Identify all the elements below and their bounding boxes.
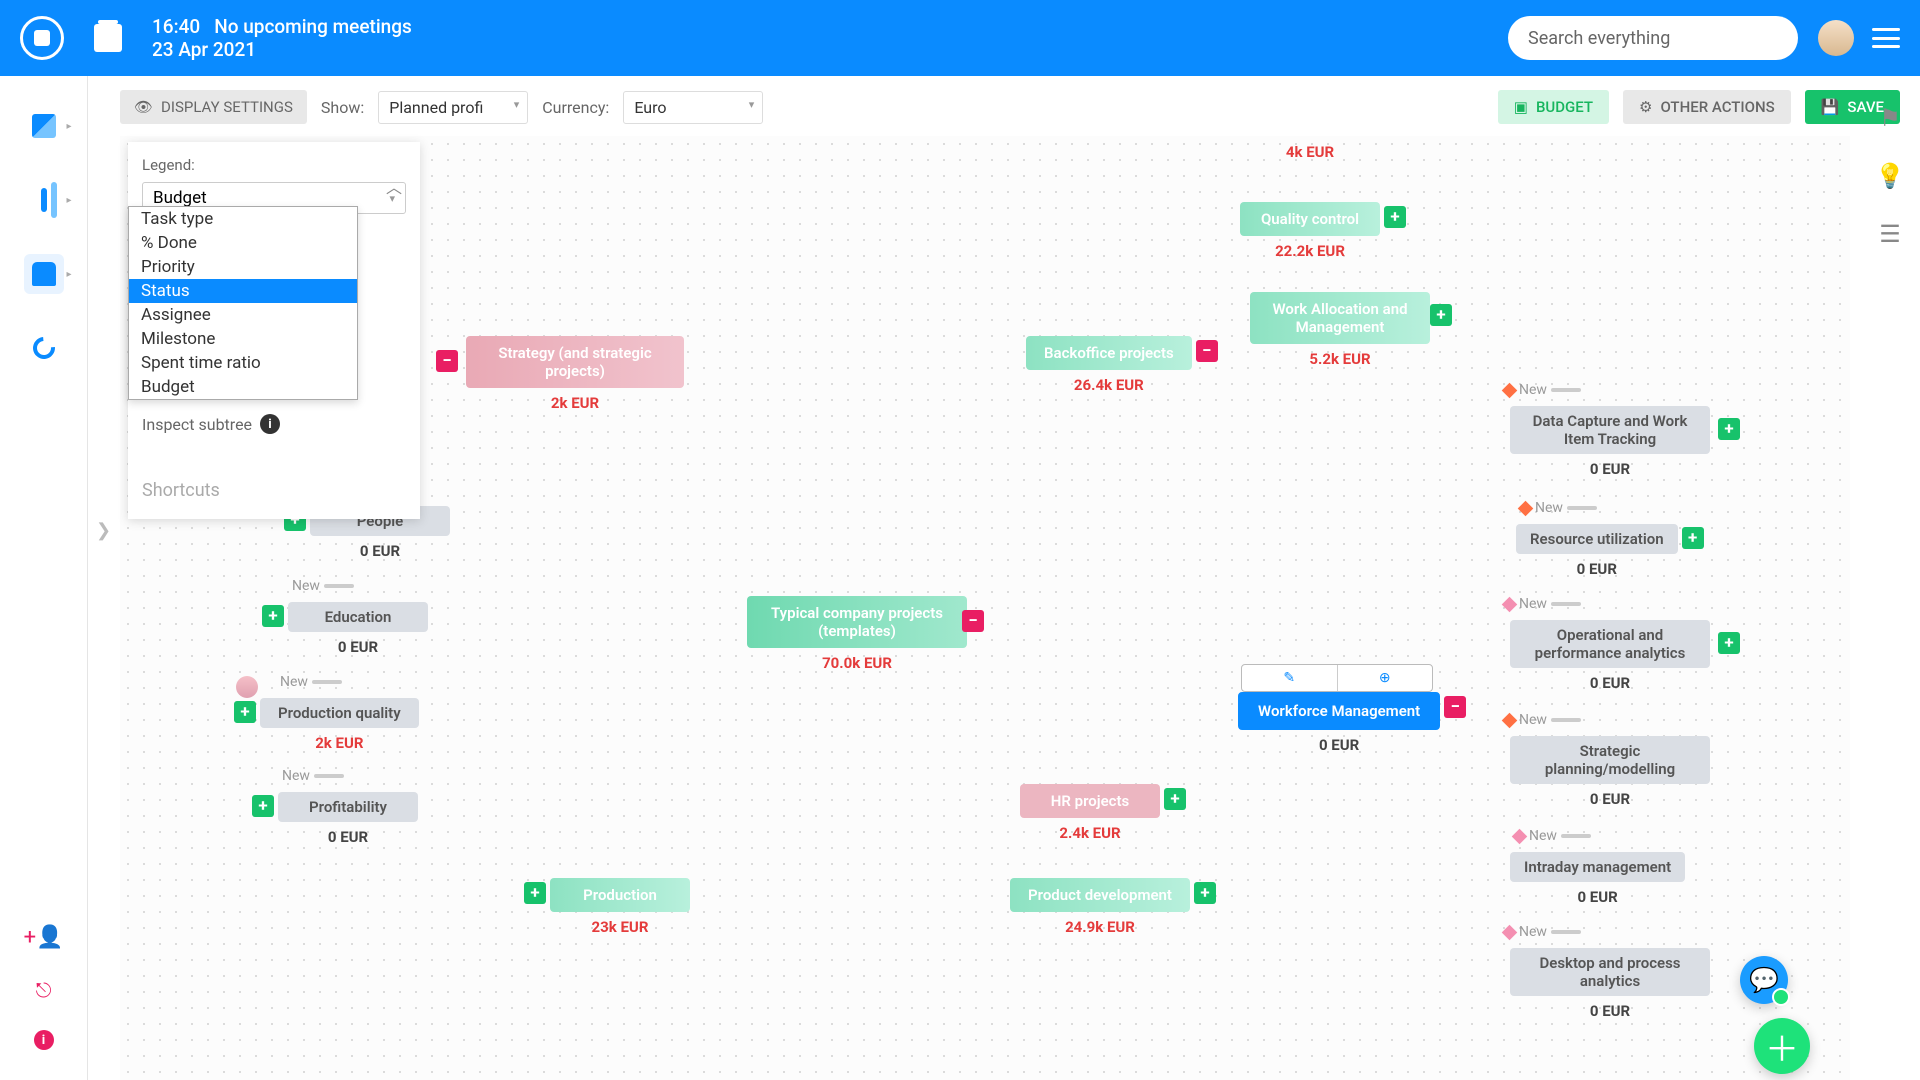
currency-label: Currency: — [542, 98, 609, 117]
node-backoffice[interactable]: Backoffice projects − 26.4k EUR — [1026, 336, 1192, 394]
legend-option-priority[interactable]: Priority — [129, 255, 357, 279]
legend-dropdown-list: Task type % Done Priority Status Assigne… — [128, 206, 358, 400]
node-value: 70.0k EUR — [738, 654, 976, 672]
legend-option-budget[interactable]: Budget — [129, 375, 357, 399]
upcoming-meetings: No upcoming meetings — [214, 15, 412, 38]
node-education[interactable]: New + Education 0 EUR — [288, 602, 428, 656]
node-value: 24.9k EUR — [1010, 918, 1190, 936]
chat-button[interactable]: 💬 — [1740, 956, 1788, 1004]
legend-option-milestone[interactable]: Milestone — [129, 327, 357, 351]
node-resource-utilization[interactable]: New Resource utilization + 0 EUR — [1516, 524, 1678, 578]
node-value: 0 EUR — [1238, 736, 1440, 754]
current-date: 23 Apr 2021 — [152, 38, 412, 61]
node-value: 2.4k EUR — [1020, 824, 1160, 842]
node-workforce-management[interactable]: Workforce Management − 0 EUR — [1238, 692, 1440, 754]
display-settings-button[interactable]: 👁DISPLAY SETTINGS — [120, 90, 307, 124]
collapse-minus-icon[interactable]: − — [1196, 340, 1218, 362]
legend-option-task-type[interactable]: Task type — [129, 207, 357, 231]
light-bulb-icon[interactable]: 💡 — [1875, 162, 1905, 190]
show-select[interactable]: Planned profi — [378, 91, 528, 124]
collapse-minus-icon[interactable]: − — [962, 610, 984, 632]
global-search-input[interactable]: Search everything — [1508, 16, 1798, 60]
node-value: 2k EUR — [460, 394, 690, 412]
legend-option-spent-time[interactable]: Spent time ratio — [129, 351, 357, 375]
toolbar: 👁DISPLAY SETTINGS Show: Planned profi Cu… — [120, 84, 1900, 130]
gear-icon: ⚙ — [1639, 98, 1652, 116]
legend-option-assignee[interactable]: Assignee — [129, 303, 357, 327]
node-toolbar: ✎ ⊕ — [1241, 664, 1433, 692]
inspect-subtree[interactable]: Inspect subtreei — [142, 414, 406, 434]
money-icon: ▣ — [1514, 98, 1528, 116]
expand-plus-icon[interactable]: + — [1718, 418, 1740, 440]
collapse-minus-icon[interactable]: − — [1444, 696, 1466, 718]
collapse-minus-icon[interactable]: − — [436, 350, 458, 372]
show-label: Show: — [321, 98, 364, 117]
node-product-development[interactable]: Product development + 24.9k EUR — [1010, 878, 1190, 936]
node-quality-control[interactable]: Quality control + 22.2k EUR — [1240, 202, 1380, 260]
user-avatar[interactable] — [1818, 20, 1854, 56]
budget-button[interactable]: ▣BUDGET — [1498, 90, 1609, 124]
expand-plus-icon[interactable]: + — [1430, 304, 1452, 326]
sidebar-tasks-icon[interactable]: ▸ — [24, 254, 64, 294]
expand-plus-icon[interactable]: + — [1384, 206, 1406, 228]
link-icon[interactable]: ⊕ — [1338, 665, 1433, 691]
shortcuts-link[interactable]: Shortcuts — [142, 480, 406, 501]
node-strategy[interactable]: Strategy (and strategic projects) − 2k E… — [460, 336, 690, 412]
info-icon[interactable]: i — [260, 414, 280, 434]
node-intraday-management[interactable]: New Intraday management 0 EUR — [1510, 852, 1685, 906]
node-hr[interactable]: HR projects + 2.4k EUR — [1020, 784, 1160, 842]
node-value: 23k EUR — [550, 918, 690, 936]
node-desktop-analytics[interactable]: New Desktop and process analytics 0 EUR — [1500, 948, 1720, 1020]
legend-option-status[interactable]: Status — [129, 279, 357, 303]
collapse-chevron-icon[interactable]: ︿ — [386, 174, 402, 198]
edit-icon[interactable]: ✎ — [1242, 665, 1338, 691]
invite-user-icon[interactable]: +👤 — [24, 925, 64, 950]
sidebar-hierarchy-icon[interactable]: ▸ — [24, 180, 64, 220]
top-bar: 16:40 No upcoming meetings 23 Apr 2021 S… — [0, 0, 1920, 76]
options-icon[interactable]: ☰ — [1879, 220, 1901, 248]
expand-plus-icon[interactable]: + — [1194, 882, 1216, 904]
currency-select[interactable]: Euro — [623, 91, 763, 124]
node-operational-analytics[interactable]: New Operational and performance analytic… — [1500, 620, 1720, 692]
calendar-icon[interactable] — [94, 24, 122, 52]
expand-plus-icon[interactable]: + — [1718, 632, 1740, 654]
other-actions-button[interactable]: ⚙OTHER ACTIONS — [1623, 90, 1791, 124]
node-data-capture[interactable]: New Data Capture and Work Item Tracking … — [1500, 406, 1720, 478]
node-value: 4k EUR — [1240, 143, 1380, 161]
clock-time: 16:40 — [152, 15, 200, 38]
expand-plus-icon[interactable]: + — [234, 701, 256, 723]
node-production-quality[interactable]: New + Production quality 2k EUR — [260, 698, 419, 752]
node-value: 5.2k EUR — [1240, 350, 1440, 368]
expand-plus-icon[interactable]: + — [524, 882, 546, 904]
expand-plus-icon[interactable]: + — [262, 605, 284, 627]
assignee-avatar[interactable] — [236, 676, 258, 698]
legend-option-percent-done[interactable]: % Done — [129, 231, 357, 255]
node-topcut[interactable]: 4k EUR — [1240, 136, 1380, 161]
legend-label: Legend: — [142, 156, 406, 174]
save-icon: 💾 — [1821, 98, 1840, 116]
app-logo-icon[interactable] — [20, 16, 64, 60]
sidebar-expand-icon[interactable]: ❯ — [96, 520, 111, 541]
node-profitability[interactable]: New + Profitability 0 EUR — [278, 792, 418, 846]
node-production[interactable]: Production + 23k EUR — [550, 878, 690, 936]
eye-icon: 👁 — [134, 98, 153, 116]
expand-plus-icon[interactable]: + — [1682, 527, 1704, 549]
time-block: 16:40 No upcoming meetings 23 Apr 2021 — [152, 15, 412, 61]
expand-plus-icon[interactable]: + — [1164, 788, 1186, 810]
sidebar-timer-icon[interactable] — [24, 328, 64, 368]
node-strategic-planning[interactable]: New Strategic planning/modelling 0 EUR — [1500, 736, 1720, 808]
right-toolbar: ⚑ 💡 ☰ — [1860, 84, 1920, 248]
left-sidebar: ▸ ▸ ▸ +👤 ⎋ i — [0, 76, 88, 1080]
sidebar-dashboard-icon[interactable]: ▸ — [24, 106, 64, 146]
node-central[interactable]: Typical company projects (templates) − 7… — [738, 596, 976, 672]
logout-icon[interactable]: ⎋ — [36, 978, 52, 1002]
node-work-allocation[interactable]: Work Allocation and Management + 5.2k EU… — [1240, 292, 1440, 368]
flag-icon[interactable]: ⚑ — [1879, 104, 1901, 132]
add-fab-button[interactable]: ＋ — [1754, 1018, 1810, 1074]
main-menu-icon[interactable] — [1872, 28, 1900, 48]
node-value: 22.2k EUR — [1240, 242, 1380, 260]
expand-plus-icon[interactable]: + — [252, 795, 274, 817]
info-icon[interactable]: i — [34, 1030, 54, 1050]
node-value: 26.4k EUR — [1026, 376, 1192, 394]
